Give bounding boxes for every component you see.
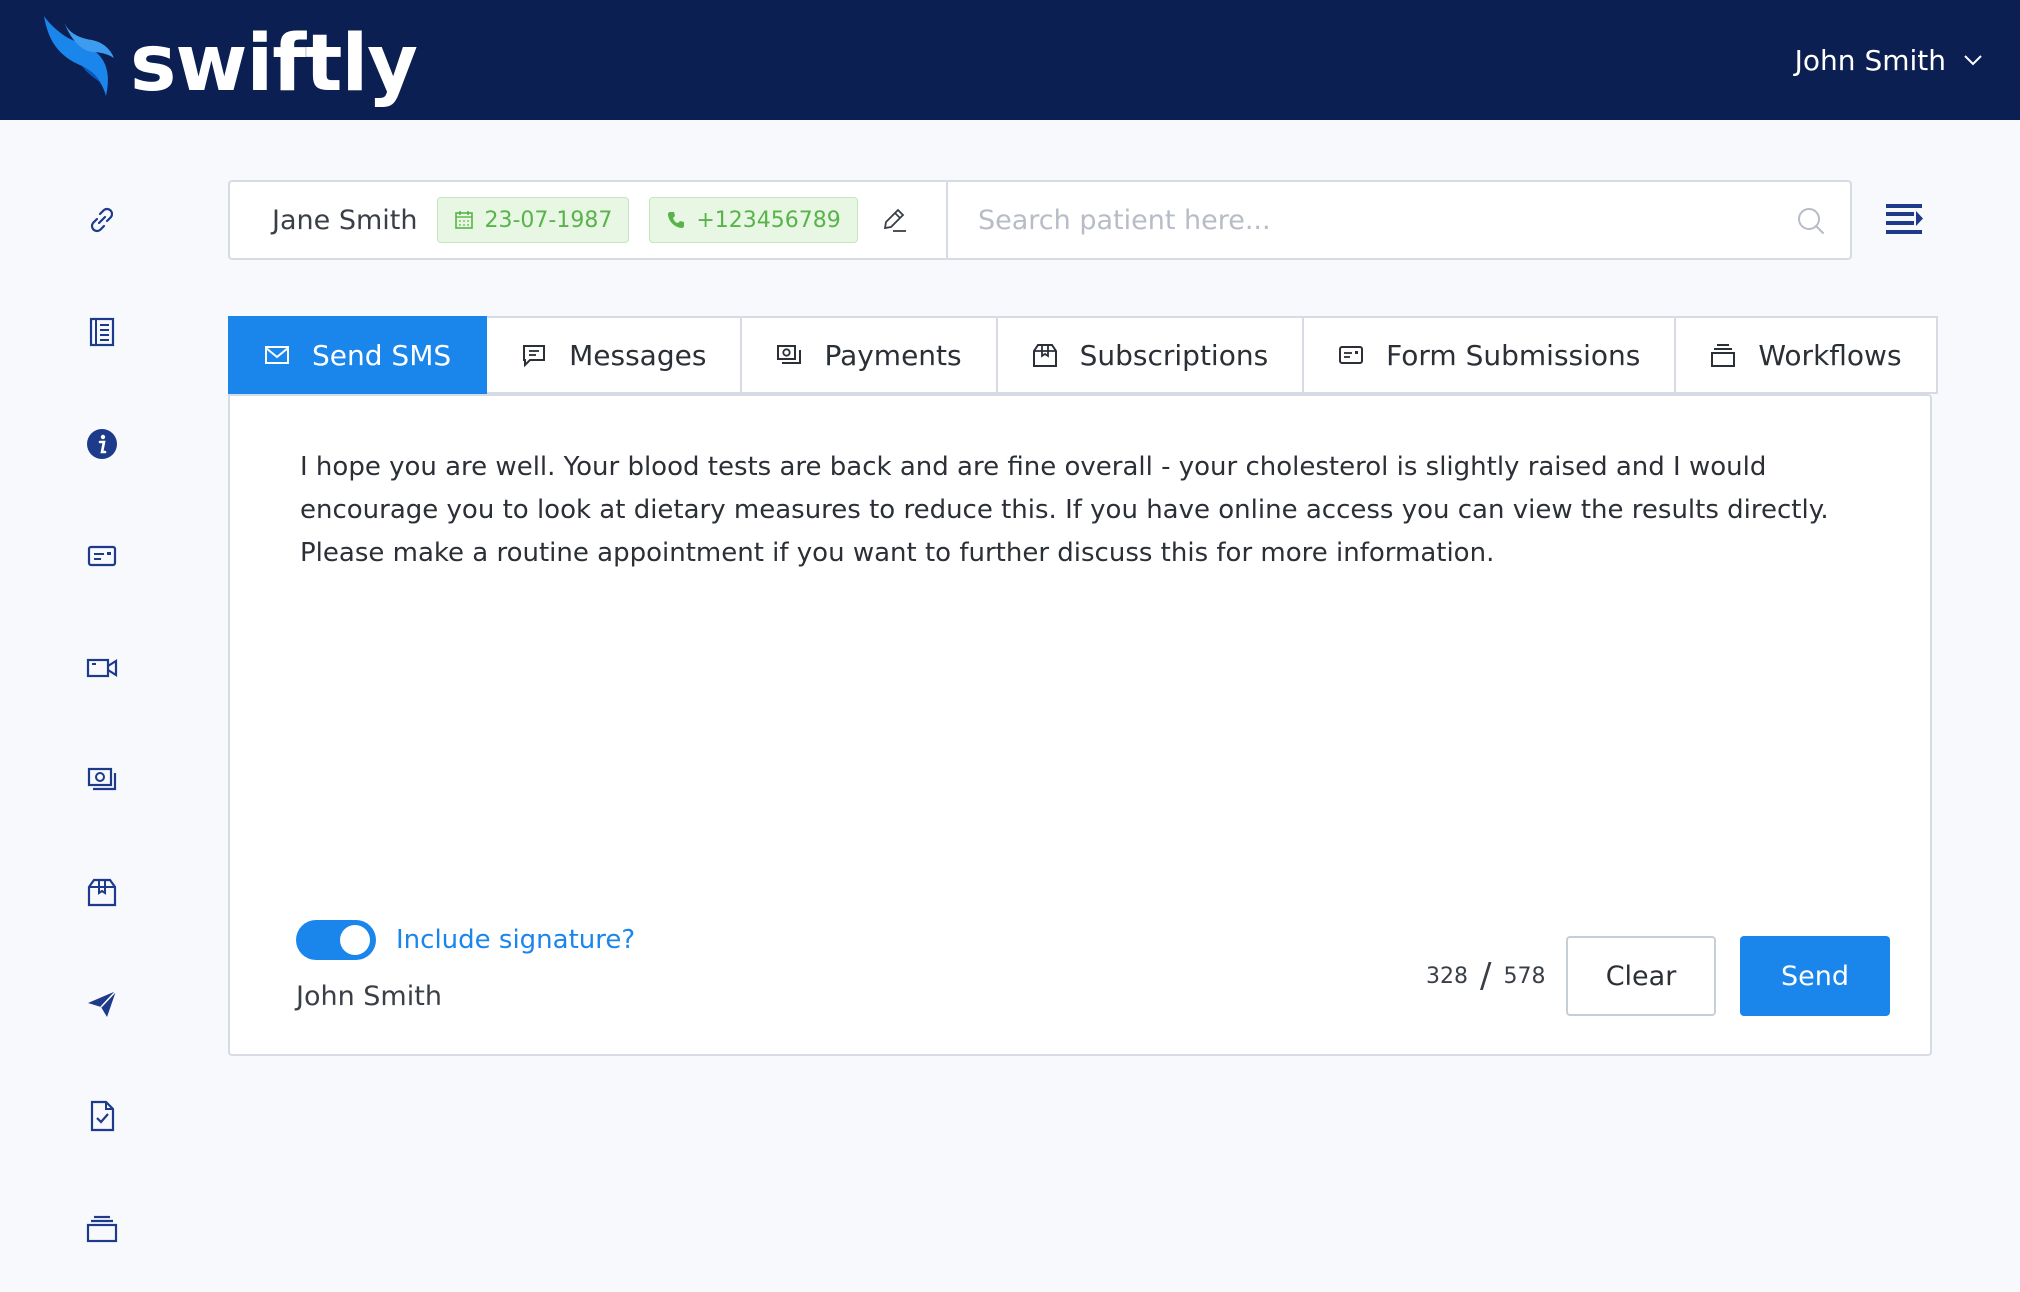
sidebar-item-links[interactable]: [82, 200, 122, 240]
toggle-knob: [340, 925, 370, 955]
sidebar-item-payments[interactable]: [82, 760, 122, 800]
tab-label: Messages: [569, 338, 707, 372]
patient-dob: 23-07-1987: [484, 207, 613, 233]
signature-name: John Smith: [296, 981, 442, 1012]
patient-search: [948, 182, 1850, 258]
patient-summary: Jane Smith 23-07-1987 +123456789: [230, 182, 948, 258]
phone-icon: [668, 212, 685, 228]
patient-bar: Jane Smith 23-07-1987 +123456789: [228, 180, 1852, 260]
tab-bar: Send SMS Messages Payments Subscriptions: [228, 316, 1938, 394]
brand-name: swiftly: [130, 19, 418, 109]
sidebar-item-video[interactable]: [82, 648, 122, 688]
box-icon: [87, 878, 117, 907]
send-button[interactable]: Send: [1740, 936, 1890, 1016]
char-count: 328: [1426, 963, 1468, 989]
tab-send-sms[interactable]: Send SMS: [228, 316, 488, 394]
payment-icon: [777, 345, 802, 364]
edit-pencil-icon[interactable]: [880, 206, 908, 234]
document-check-icon: [90, 1100, 115, 1132]
envelope-icon: [265, 346, 289, 364]
tab-payments[interactable]: Payments: [742, 316, 998, 394]
sidebar-item-documents[interactable]: [82, 1096, 122, 1136]
character-counter: 328 / 578: [1426, 956, 1545, 996]
tab-label: Form Submissions: [1386, 338, 1641, 372]
message-textarea[interactable]: I hope you are well. Your blood tests ar…: [300, 446, 1890, 806]
stack-icon: [86, 1215, 118, 1243]
box-icon: [1032, 344, 1057, 367]
clear-button[interactable]: Clear: [1566, 936, 1716, 1016]
tab-subscriptions[interactable]: Subscriptions: [997, 316, 1305, 394]
stack-icon: [1711, 344, 1736, 367]
user-name: John Smith: [1794, 43, 1946, 77]
payment-icon: [87, 767, 117, 791]
send-icon: [88, 990, 117, 1017]
notebook-icon: [89, 317, 115, 347]
counter-separator: /: [1480, 956, 1492, 996]
user-menu[interactable]: John Smith: [1795, 40, 1984, 80]
signature-label[interactable]: Include signature?: [396, 922, 635, 958]
calendar-icon: [455, 211, 474, 229]
tab-label: Subscriptions: [1079, 338, 1269, 372]
sidebar-item-subscriptions[interactable]: [82, 872, 122, 912]
patient-name: Jane Smith: [272, 204, 418, 236]
sidebar-item-notes[interactable]: [82, 312, 122, 352]
tab-form-submissions[interactable]: Form Submissions: [1304, 316, 1677, 394]
video-icon: [86, 658, 118, 678]
search-icon[interactable]: [1796, 206, 1826, 236]
patient-phone-chip: +123456789: [649, 197, 858, 243]
sidebar-item-send[interactable]: [82, 984, 122, 1024]
sidebar-item-info[interactable]: [82, 424, 122, 464]
search-input[interactable]: [948, 182, 1850, 258]
sidebar-item-forms[interactable]: [82, 536, 122, 576]
link-icon: [90, 207, 114, 233]
id-card-icon: [87, 545, 117, 567]
chat-icon: [523, 345, 546, 368]
patient-phone: +123456789: [696, 207, 841, 233]
tab-workflows[interactable]: Workflows: [1676, 316, 1938, 394]
tab-label: Send SMS: [312, 338, 452, 372]
swift-bird-logo-icon: [44, 16, 114, 96]
sidebar-item-workflows[interactable]: [82, 1208, 122, 1248]
signature-toggle[interactable]: [296, 920, 376, 960]
info-icon: [87, 429, 117, 459]
char-limit: 578: [1503, 963, 1546, 989]
tab-label: Payments: [824, 338, 962, 372]
menu-toggle-icon[interactable]: [1884, 202, 1924, 236]
tab-label: Workflows: [1758, 338, 1902, 372]
form-icon: [1339, 346, 1364, 364]
sms-composer-panel: I hope you are well. Your blood tests ar…: [228, 394, 1932, 1056]
patient-dob-chip: 23-07-1987: [437, 197, 630, 243]
chevron-down-icon: [1964, 55, 1982, 66]
tab-messages[interactable]: Messages: [487, 316, 743, 394]
top-header: swiftly John Smith: [0, 0, 2020, 120]
